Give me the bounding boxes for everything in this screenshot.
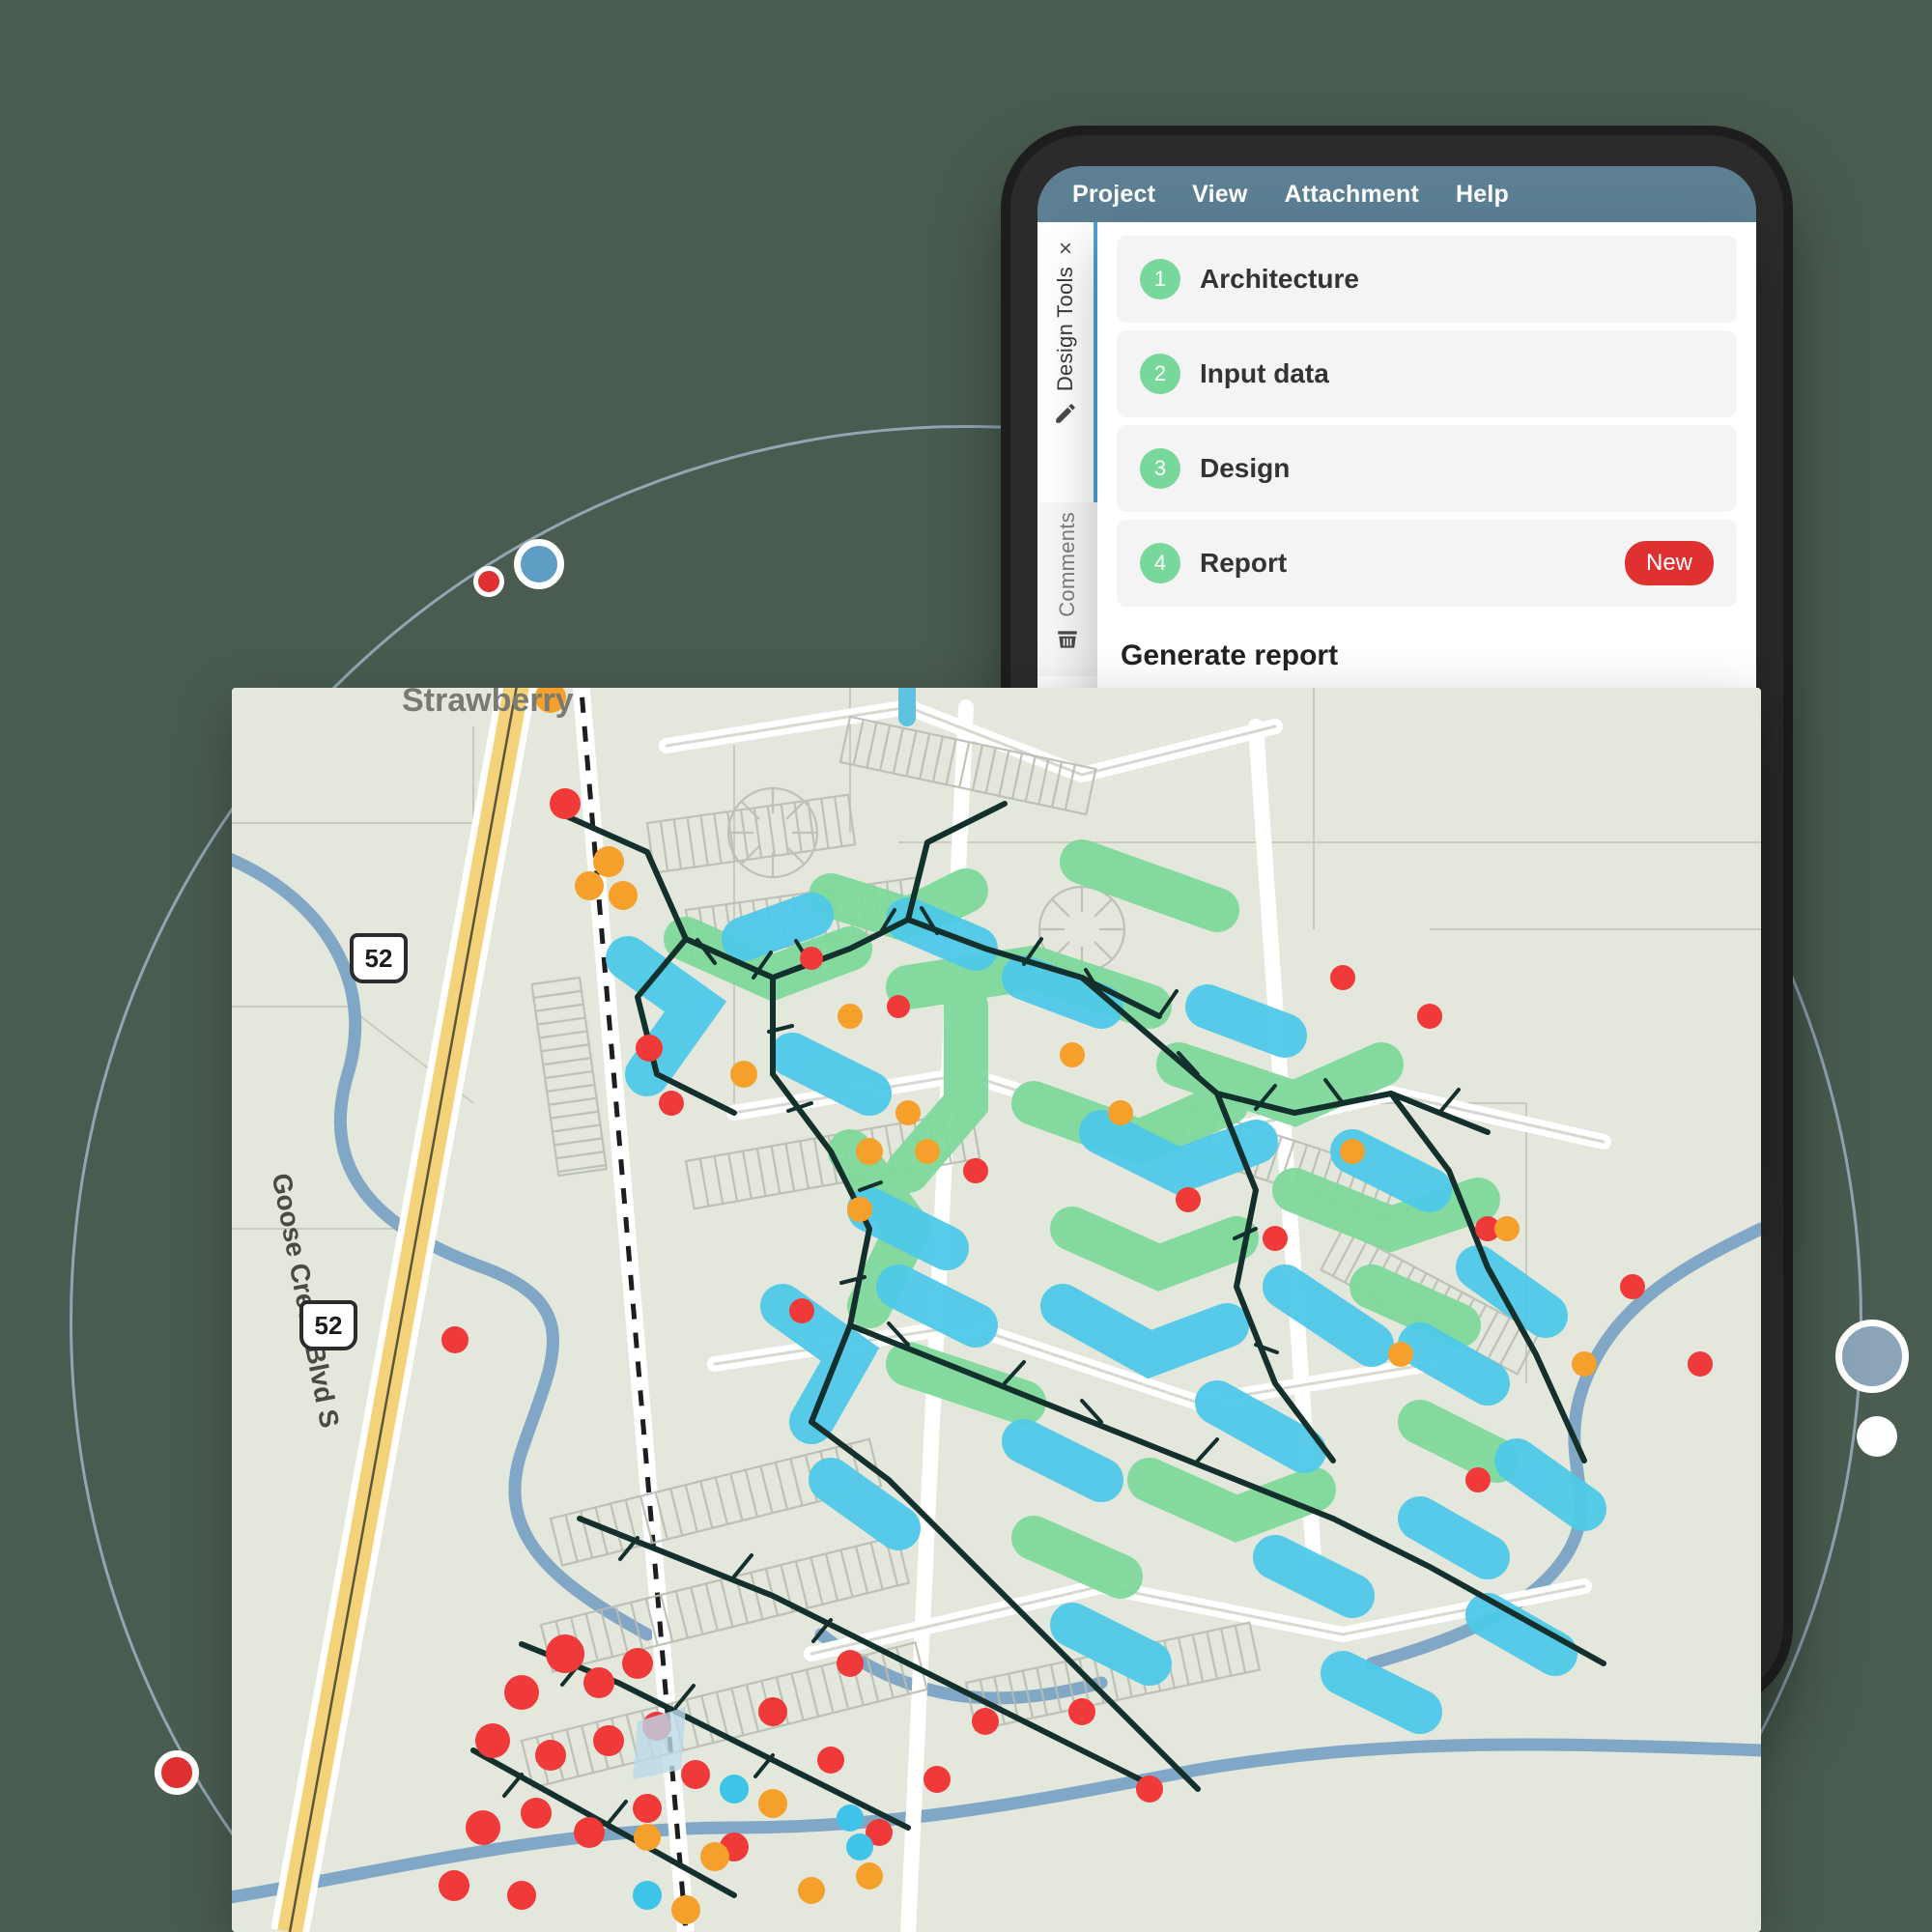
menu-item-view[interactable]: View [1192, 181, 1247, 209]
map-highway-shield-52-south: 52 [299, 1300, 357, 1350]
step-input-data[interactable]: 2 Input data [1117, 330, 1737, 417]
close-icon[interactable]: × [1059, 238, 1072, 261]
step-number-badge: 4 [1140, 543, 1180, 583]
menu-item-help[interactable]: Help [1456, 181, 1509, 209]
pencil-icon [1053, 401, 1078, 431]
comments-list-icon [1055, 627, 1080, 657]
tool-rail: × Design Tools Comments [1037, 222, 1097, 676]
step-number-badge: 1 [1140, 259, 1180, 299]
map-label-strawberry: Strawberry [402, 688, 574, 719]
step-number-badge: 2 [1140, 354, 1180, 394]
status-badge-new: New [1624, 541, 1714, 585]
map-canvas[interactable]: Strawberry Goose Creek Blvd S 52 52 [232, 688, 1761, 1932]
step-label: Design [1200, 453, 1291, 483]
page-title: Generate report [1121, 639, 1339, 671]
step-label: Input data [1200, 358, 1329, 388]
rail-tab-design-tools[interactable]: × Design Tools [1037, 222, 1097, 502]
step-design[interactable]: 3 Design [1117, 425, 1737, 512]
screenshot-stage: Project View Attachment Help × Design To… [0, 0, 1932, 1932]
step-label: Report [1200, 548, 1288, 578]
menu-item-project[interactable]: Project [1072, 181, 1155, 209]
step-label: Architecture [1200, 264, 1359, 294]
step-report[interactable]: 4 Report New [1117, 520, 1737, 607]
map-vector-layer [232, 688, 1761, 1932]
orbit-dot-blue [514, 539, 564, 589]
orbit-dot-red-small [473, 566, 504, 597]
rail-tab-design-tools-label: Design Tools [1053, 267, 1077, 392]
orbit-dot-white [1857, 1416, 1897, 1457]
orbit-dot-red-large [155, 1750, 199, 1795]
app-menubar: Project View Attachment Help [1037, 166, 1756, 222]
rail-tab-comments-label: Comments [1055, 512, 1079, 617]
menu-item-attachment[interactable]: Attachment [1284, 181, 1419, 209]
step-number-badge: 3 [1140, 448, 1180, 489]
map-highway-shield-52-north: 52 [350, 933, 408, 983]
rail-tab-comments[interactable]: Comments [1037, 512, 1097, 676]
orbit-dot-slate [1835, 1320, 1909, 1393]
step-architecture[interactable]: 1 Architecture [1117, 236, 1737, 323]
